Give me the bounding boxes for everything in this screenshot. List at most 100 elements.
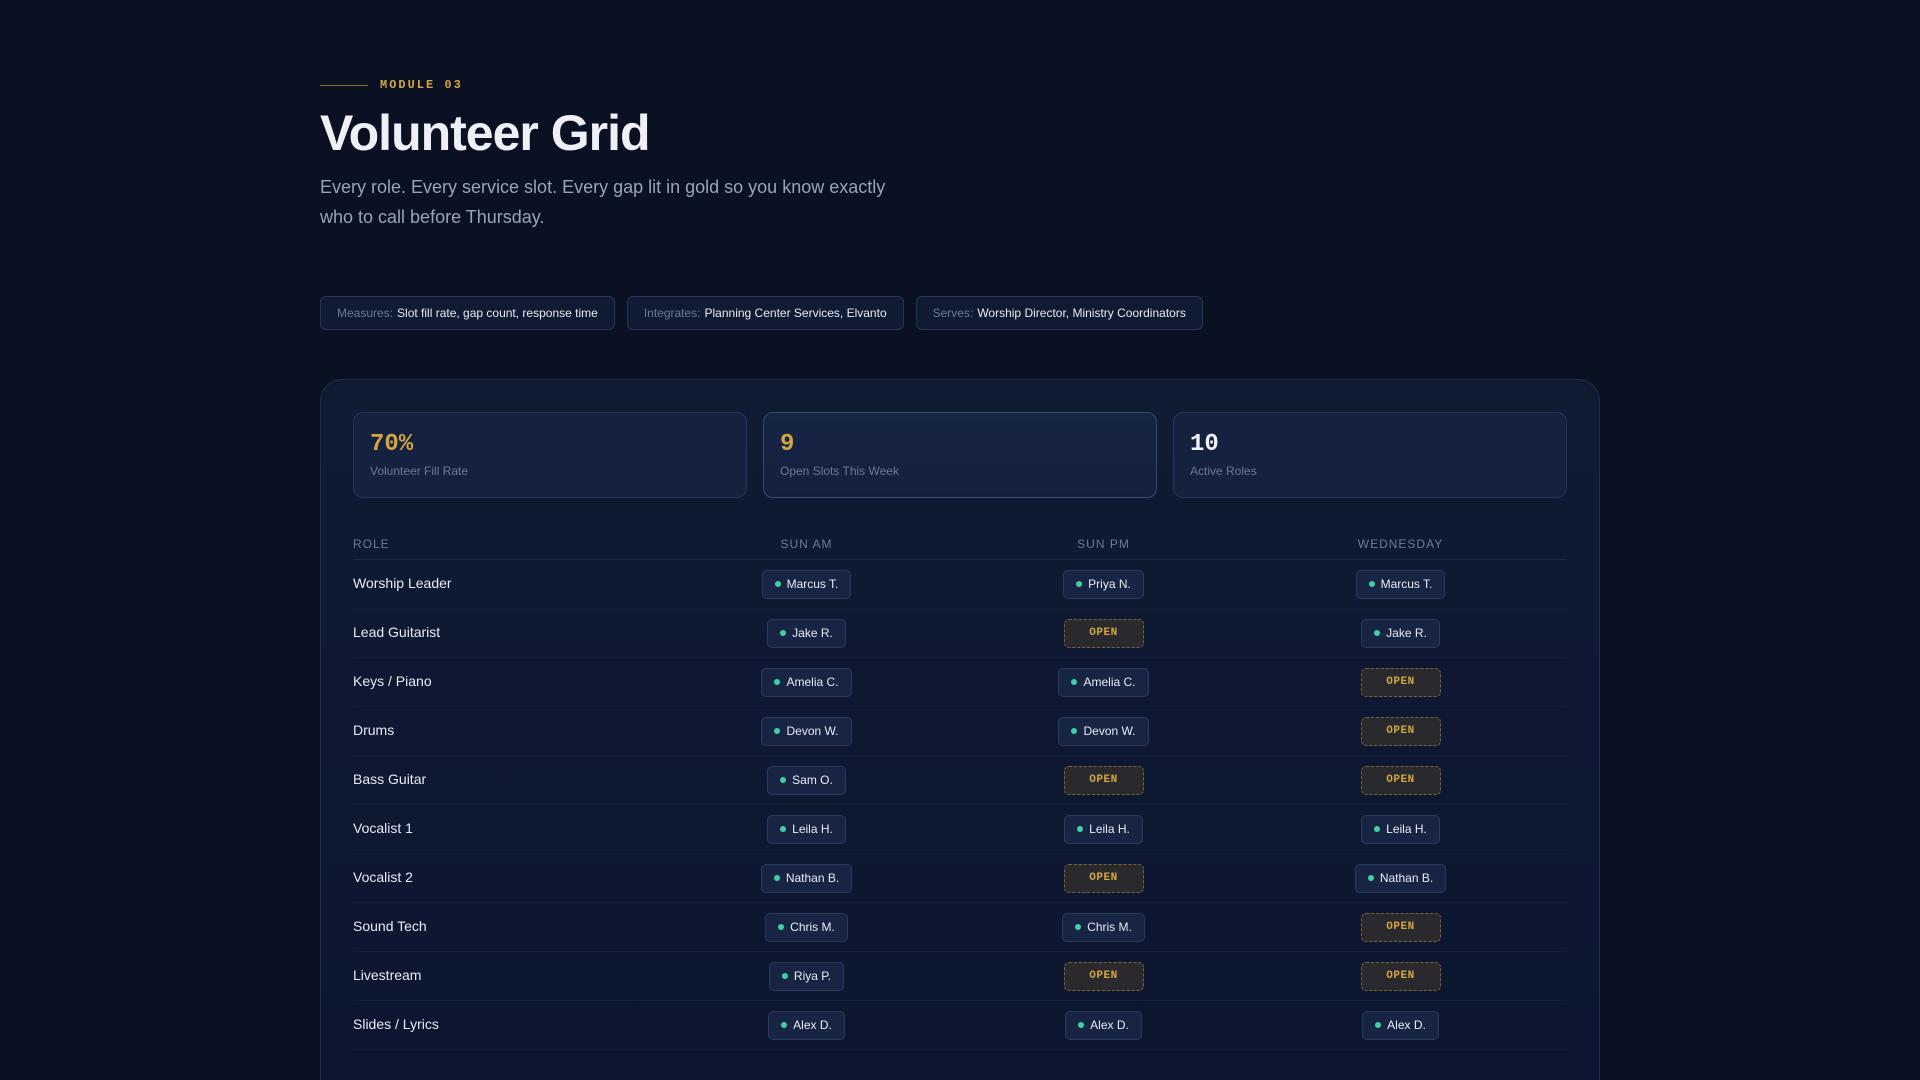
pill-value: Worship Director, Ministry Coordinators: [977, 306, 1186, 320]
volunteer-chip[interactable]: Amelia C.: [1058, 667, 1149, 697]
open-slot-badge[interactable]: OPEN: [1360, 765, 1441, 795]
volunteer-chip[interactable]: Amelia C.: [761, 667, 852, 697]
volunteer-chip[interactable]: Jake R.: [767, 618, 846, 648]
module-eyebrow: MODULE 03: [320, 78, 463, 92]
slot-cell: Priya N.: [955, 569, 1252, 599]
table-header: ROLE SUN AM SUN PM WEDNESDAY: [353, 528, 1567, 560]
slot-cell: OPEN: [955, 961, 1252, 991]
slot-cell: Nathan B.: [658, 863, 955, 893]
volunteer-name: Amelia C.: [786, 675, 839, 689]
volunteer-chip[interactable]: Devon W.: [761, 716, 852, 746]
eyebrow-divider: [320, 84, 368, 86]
slot-cell: Marcus T.: [1252, 569, 1549, 599]
volunteer-chip[interactable]: Priya N.: [1063, 569, 1144, 599]
volunteer-chip[interactable]: Chris M.: [765, 912, 848, 942]
status-dot-icon: [773, 875, 780, 881]
table-row: Vocalist 1 Leila H. Leila H. Leila H.: [353, 805, 1567, 854]
column-header-sun-am: SUN AM: [780, 536, 833, 551]
volunteer-name: Jake R.: [1386, 626, 1427, 640]
role-cell: Vocalist 2: [353, 869, 658, 887]
role-name: Bass Guitar: [353, 771, 427, 787]
open-slot-badge[interactable]: OPEN: [1360, 912, 1441, 942]
slot-cell: Alex D.: [1252, 1010, 1549, 1040]
volunteer-name: Leila H.: [1089, 822, 1130, 836]
status-dot-icon: [774, 728, 781, 734]
volunteer-table: ROLE SUN AM SUN PM WEDNESDAY Worship Lea…: [353, 528, 1567, 1080]
volunteer-chip[interactable]: Chris M.: [1062, 912, 1145, 942]
role-name: Vocalist 2: [353, 869, 413, 885]
stat-label: Volunteer Fill Rate: [370, 464, 469, 478]
open-slot-badge[interactable]: OPEN: [1360, 667, 1441, 697]
slot-cell: Chris M.: [658, 912, 955, 942]
slot-cell: Amelia C.: [955, 667, 1252, 697]
volunteer-chip[interactable]: Marcus T.: [1355, 569, 1446, 599]
status-dot-icon: [1078, 1022, 1085, 1028]
column-header-sun-pm: SUN PM: [1077, 536, 1130, 551]
slot-cell: OPEN: [1252, 667, 1549, 697]
volunteer-chip[interactable]: Marcus T.: [761, 569, 852, 599]
slot-cell: Leila H.: [658, 814, 955, 844]
role-cell: Vocalist 1: [353, 820, 658, 838]
volunteer-chip[interactable]: Alex D.: [768, 1010, 845, 1040]
stat-value: 10: [1190, 431, 1219, 458]
open-slot-badge[interactable]: OPEN: [1360, 716, 1441, 746]
volunteer-chip[interactable]: Jake R.: [1361, 618, 1440, 648]
volunteer-chip[interactable]: Nathan B.: [760, 863, 853, 893]
slot-cell: Alex D.: [658, 1010, 955, 1040]
volunteer-chip[interactable]: Sam O.: [767, 765, 846, 795]
table-row: Lead Guitarist Jake R. OPEN Jake R.: [353, 609, 1567, 658]
volunteer-chip[interactable]: Nathan B.: [1354, 863, 1447, 893]
volunteer-grid-panel: 70% Volunteer Fill Rate 9 Open Slots Thi…: [320, 379, 1600, 1080]
slot-cell: OPEN: [1252, 765, 1549, 795]
status-dot-icon: [1374, 630, 1381, 636]
slot-cell: Leila H.: [1252, 814, 1549, 844]
table-row: Keys / Piano Amelia C. Amelia C. OPEN: [353, 658, 1567, 707]
table-row: Worship Leader Marcus T. Priya N. Marcus T.: [353, 560, 1567, 609]
stat-active-roles: 10 Active Roles: [1173, 412, 1567, 498]
volunteer-chip[interactable]: Alex D.: [1362, 1010, 1439, 1040]
role-cell: Slides / Lyrics: [353, 1016, 658, 1034]
volunteer-chip[interactable]: Riya P.: [768, 961, 845, 991]
stat-cards: 70% Volunteer Fill Rate 9 Open Slots Thi…: [353, 412, 1567, 498]
page-subtitle: Every role. Every service slot. Every ga…: [320, 177, 886, 227]
slot-cell: Amelia C.: [658, 667, 955, 697]
open-slot-badge[interactable]: OPEN: [1063, 863, 1144, 893]
stat-value: 70%: [370, 431, 414, 458]
volunteer-name: Nathan B.: [785, 871, 840, 885]
status-dot-icon: [780, 826, 787, 832]
status-dot-icon: [778, 924, 785, 930]
status-dot-icon: [1077, 826, 1084, 832]
role-name: Sound Tech: [353, 918, 427, 934]
stat-label: Active Roles: [1190, 464, 1257, 478]
status-dot-icon: [1075, 924, 1082, 930]
status-dot-icon: [1368, 581, 1375, 587]
page-title: Volunteer Grid: [320, 105, 651, 161]
slot-cell: Nathan B.: [1252, 863, 1549, 893]
open-slot-badge[interactable]: OPEN: [1063, 961, 1144, 991]
volunteer-chip[interactable]: Leila H.: [1361, 814, 1440, 844]
status-dot-icon: [781, 973, 788, 979]
role-name: Worship Leader: [353, 575, 452, 591]
volunteer-name: Marcus T.: [1380, 577, 1433, 591]
volunteer-name: Alex D.: [1387, 1018, 1426, 1032]
slot-cell: OPEN: [1252, 961, 1549, 991]
open-slot-badge[interactable]: OPEN: [1063, 765, 1144, 795]
role-name: Livestream: [353, 967, 422, 983]
volunteer-chip[interactable]: Leila H.: [767, 814, 846, 844]
role-cell: Keys / Piano: [353, 673, 658, 691]
open-slot-badge[interactable]: OPEN: [1360, 961, 1441, 991]
role-cell: Worship Leader: [353, 575, 658, 593]
volunteer-chip[interactable]: Leila H.: [1064, 814, 1143, 844]
column-header-wednesday: WEDNESDAY: [1357, 536, 1444, 551]
status-dot-icon: [1076, 581, 1083, 587]
volunteer-chip[interactable]: Alex D.: [1065, 1010, 1142, 1040]
pill-measures: Measures: Slot fill rate, gap count, res…: [320, 296, 615, 330]
volunteer-name: Nathan B.: [1379, 871, 1434, 885]
status-dot-icon: [1367, 875, 1374, 881]
volunteer-chip[interactable]: Devon W.: [1058, 716, 1149, 746]
role-cell: Bass Guitar: [353, 771, 658, 789]
table-footer-divider: [353, 1050, 1567, 1080]
volunteer-name: Leila H.: [1386, 822, 1427, 836]
slot-cell: OPEN: [955, 618, 1252, 648]
open-slot-badge[interactable]: OPEN: [1063, 618, 1144, 648]
